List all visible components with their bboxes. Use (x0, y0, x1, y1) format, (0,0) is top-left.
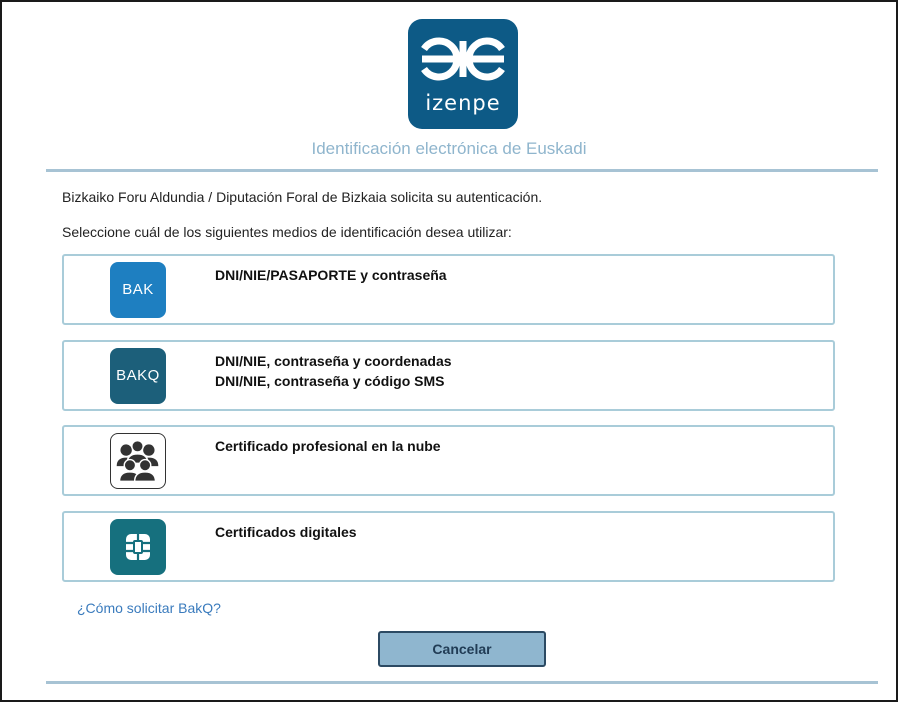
bakq-icon: BAKQ (110, 348, 166, 404)
izenpe-logo: izenpe (408, 19, 518, 129)
people-group-icon (110, 433, 166, 489)
option-bakq[interactable]: BAKQ DNI/NIE, contraseña y coordenadas D… (62, 340, 835, 411)
option-bakq-line-1: DNI/NIE, contraseña y coordenadas (215, 353, 452, 369)
option-bak-line-1: DNI/NIE/PASAPORTE y contraseña (215, 267, 447, 283)
chip-card-icon (110, 519, 166, 575)
option-bakq-line-2: DNI/NIE, contraseña y código SMS (215, 373, 445, 389)
option-bak-label: DNI/NIE/PASAPORTE y contraseña (215, 265, 447, 285)
divider-bottom (46, 681, 878, 684)
option-cloud-certificate-label: Certificado profesional en la nube (215, 436, 441, 456)
requester-text: Bizkaiko Foru Aldundia / Diputación Fora… (62, 189, 543, 205)
how-to-request-bakq-link[interactable]: ¿Cómo solicitar BakQ? (77, 600, 221, 616)
option-bak[interactable]: BAK DNI/NIE/PASAPORTE y contraseña (62, 254, 835, 325)
instruction-text: Seleccione cuál de los siguientes medios… (62, 224, 512, 240)
option-digital-certificates-line-1: Certificados digitales (215, 524, 357, 540)
cancel-button[interactable]: Cancelar (378, 631, 546, 667)
option-digital-certificates-label: Certificados digitales (215, 522, 357, 542)
option-digital-certificates[interactable]: Certificados digitales (62, 511, 835, 582)
option-cloud-certificate-line-1: Certificado profesional en la nube (215, 438, 441, 454)
page-frame: izenpe Identificación electrónica de Eus… (0, 0, 898, 702)
bak-icon: BAK (110, 262, 166, 318)
logo-wordmark: izenpe (425, 91, 501, 115)
page-subtitle: Identificación electrónica de Euskadi (311, 139, 587, 158)
divider-top (46, 169, 878, 172)
option-bakq-label: DNI/NIE, contraseña y coordenadas DNI/NI… (215, 351, 452, 391)
option-cloud-certificate[interactable]: Certificado profesional en la nube (62, 425, 835, 496)
